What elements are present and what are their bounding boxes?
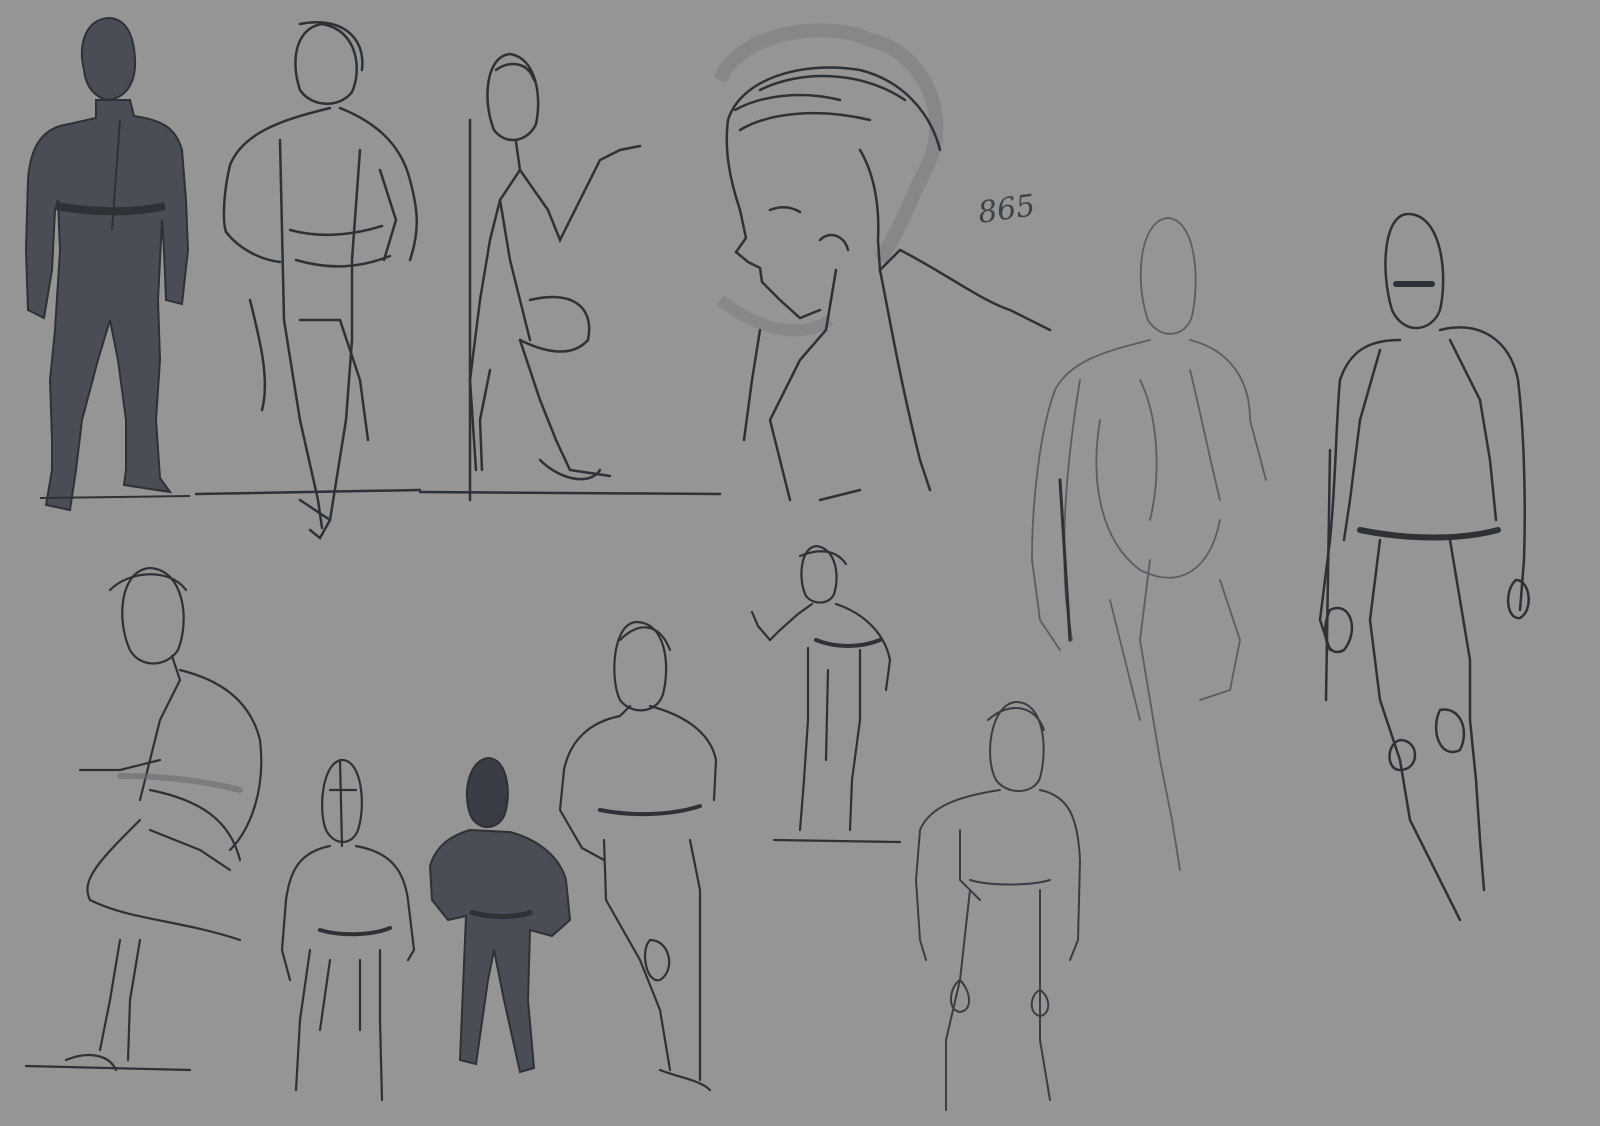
canvas-background xyxy=(0,0,1600,1126)
sketch-canvas: 865 xyxy=(0,0,1600,1126)
